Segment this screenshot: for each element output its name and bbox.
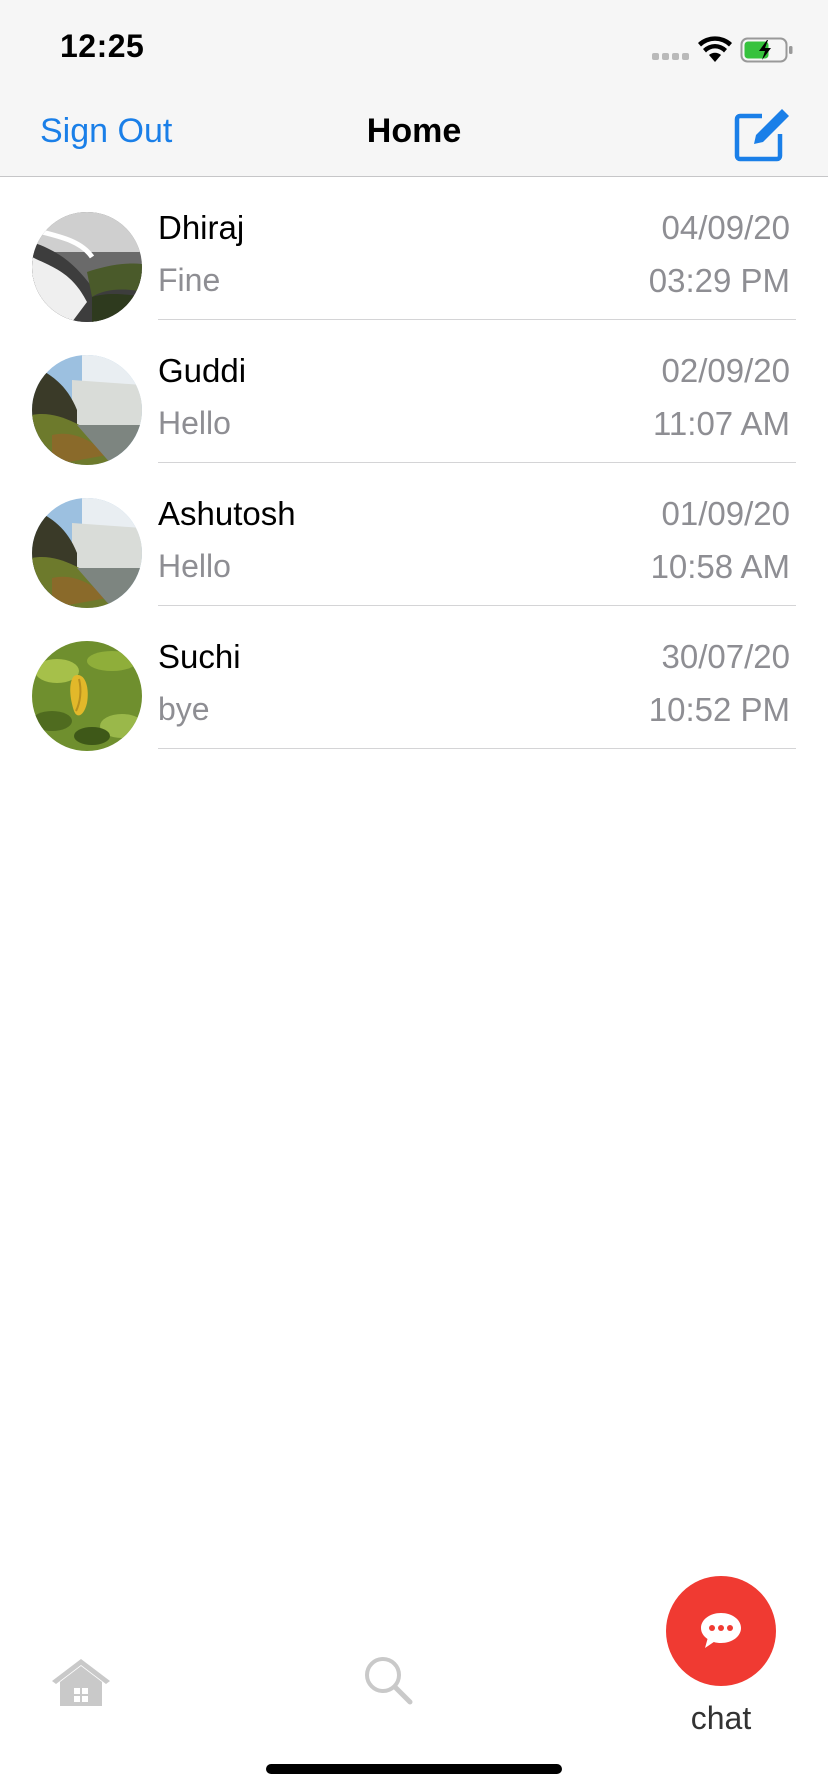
compose-icon[interactable] xyxy=(732,106,790,164)
last-message: bye xyxy=(158,691,210,727)
avatar xyxy=(32,355,142,465)
home-icon[interactable] xyxy=(48,1656,114,1708)
contact-name: Guddi xyxy=(158,352,247,389)
last-message: Hello xyxy=(158,405,231,441)
message-date: 04/09/20 xyxy=(661,209,790,246)
chat-tab-label: chat xyxy=(690,1700,752,1736)
search-icon[interactable] xyxy=(362,1654,414,1706)
avatar xyxy=(32,212,142,322)
last-message: Fine xyxy=(158,262,221,298)
conversation-list: Dhiraj Fine 04/09/20 03:29 PM Guddi Hell… xyxy=(0,177,828,751)
conversation-row[interactable]: Suchi bye 30/07/20 10:52 PM xyxy=(0,606,828,751)
avatar xyxy=(32,498,142,608)
message-date: 01/09/20 xyxy=(661,495,790,532)
home-indicator xyxy=(266,1764,562,1774)
message-date: 02/09/20 xyxy=(661,352,790,389)
last-message: Hello xyxy=(158,548,231,584)
contact-name: Dhiraj xyxy=(158,209,245,246)
wifi-icon xyxy=(698,36,732,62)
status-bar: 12:25 xyxy=(0,0,828,100)
contact-name: Ashutosh xyxy=(158,495,296,532)
avatar xyxy=(32,641,142,751)
page-title: Home xyxy=(366,112,462,150)
chat-bubble-icon xyxy=(701,1613,741,1648)
message-date: 30/07/20 xyxy=(661,638,790,675)
divider xyxy=(158,748,796,749)
chat-button[interactable] xyxy=(666,1576,776,1686)
status-time: 12:25 xyxy=(60,28,145,64)
conversation-row[interactable]: Dhiraj Fine 04/09/20 03:29 PM xyxy=(0,177,828,322)
message-time: 11:07 AM xyxy=(653,405,790,442)
conversation-row[interactable]: Ashutosh Hello 01/09/20 10:58 AM xyxy=(0,463,828,608)
contact-name: Suchi xyxy=(158,638,241,675)
message-time: 10:52 PM xyxy=(648,691,790,728)
message-time: 03:29 PM xyxy=(648,262,790,299)
nav-bar: Sign Out Home xyxy=(0,100,828,177)
conversation-row[interactable]: Guddi Hello 02/09/20 11:07 AM xyxy=(0,320,828,465)
battery-charging-icon xyxy=(740,37,793,63)
signal-dots-icon xyxy=(652,53,690,61)
message-time: 10:58 AM xyxy=(650,548,790,585)
